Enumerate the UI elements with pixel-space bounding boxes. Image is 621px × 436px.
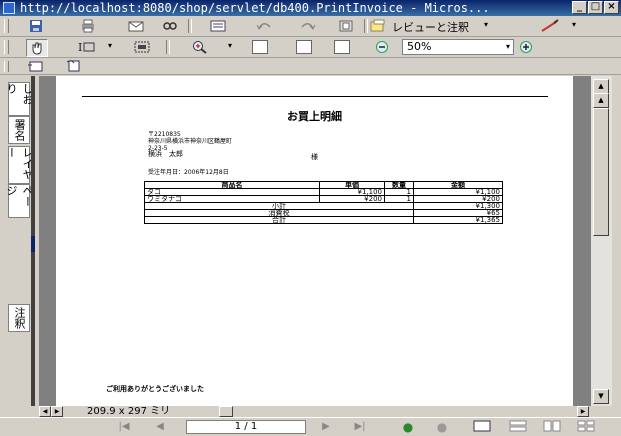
window-title: http://localhost:8080/shop/servlet/db400… bbox=[20, 1, 490, 15]
fit-width-icon[interactable] bbox=[334, 40, 350, 54]
review-and-comment-button[interactable]: レビューと注釈 bbox=[392, 19, 469, 35]
redo-icon[interactable] bbox=[298, 18, 318, 34]
next-page-icon[interactable]: ▶ bbox=[316, 420, 336, 434]
last-page-icon[interactable]: ▶| bbox=[350, 420, 370, 434]
rotate-left-icon[interactable] bbox=[26, 58, 46, 74]
horizontal-scroll-thumb[interactable] bbox=[219, 406, 233, 417]
search-icon[interactable] bbox=[160, 18, 180, 34]
rotate-toolbar bbox=[0, 58, 621, 75]
tools-toolbar: I ▾ ▾ 50% ▾ bbox=[0, 37, 621, 58]
email-icon[interactable] bbox=[126, 18, 146, 34]
table-row: ウミタナゴ ¥200 1 ¥200 bbox=[144, 195, 503, 203]
subtotal-row: 小計 ¥1,300 bbox=[144, 202, 503, 210]
item-price: ¥200 bbox=[319, 195, 385, 203]
go-forward-icon[interactable]: ● bbox=[432, 420, 452, 434]
address-line1: 神奈川県横浜市神奈川区鶴屋町 bbox=[148, 138, 233, 145]
svg-text:I: I bbox=[78, 41, 82, 54]
total-value: ¥1,365 bbox=[413, 216, 503, 224]
previous-page-icon[interactable]: ◀ bbox=[150, 420, 170, 434]
continuous-icon[interactable] bbox=[508, 420, 528, 434]
review-dropdown-icon[interactable]: ▾ bbox=[484, 20, 488, 29]
total-row: 合計 ¥1,365 bbox=[144, 216, 503, 224]
navigation-panel: しおり 署名 レイヤー ページ 注釈 bbox=[4, 76, 34, 406]
undo-icon[interactable] bbox=[254, 18, 274, 34]
close-button[interactable]: × bbox=[604, 1, 619, 14]
first-page-icon[interactable]: |◀ bbox=[114, 420, 134, 434]
comments-tab[interactable]: 注釈 bbox=[8, 304, 30, 332]
print-icon[interactable] bbox=[78, 18, 98, 34]
horizontal-scrollbar[interactable]: ◀ ▶ 209.9 x 297 ミリ ▶ bbox=[39, 406, 591, 417]
rotate-right-icon[interactable] bbox=[64, 58, 84, 74]
actual-size-icon[interactable] bbox=[252, 40, 268, 54]
zoom-out-icon[interactable] bbox=[372, 39, 392, 55]
total-label: 合計 bbox=[144, 216, 414, 224]
vertical-scroll-thumb[interactable] bbox=[593, 108, 609, 236]
customer-honorific: 様 bbox=[311, 153, 318, 161]
zoom-dropdown-icon[interactable]: ▾ bbox=[228, 41, 232, 50]
layers-tab[interactable]: レイヤー bbox=[5, 146, 34, 184]
toolbar-grip[interactable] bbox=[4, 19, 9, 33]
maximize-button[interactable]: □ bbox=[588, 1, 603, 14]
scroll-up-button[interactable]: ▲ bbox=[593, 79, 609, 94]
single-page-icon[interactable] bbox=[472, 420, 492, 434]
hand-tool-icon[interactable] bbox=[26, 39, 48, 57]
file-toolbar: レビューと注釈 ▾ ▾ bbox=[0, 16, 621, 37]
panel-splitter-handle[interactable] bbox=[31, 236, 35, 252]
scroll-left-button[interactable]: ◀ bbox=[39, 406, 51, 417]
invoice-page: お買上明細 〒2210835 神奈川県横浜市神奈川区鶴屋町 2-23-5 横浜 … bbox=[56, 76, 573, 406]
select-dropdown-icon[interactable]: ▾ bbox=[108, 41, 112, 50]
header-rule bbox=[82, 96, 548, 97]
zoom-level-select[interactable]: 50% ▾ bbox=[402, 39, 514, 55]
header-item: 商品名 bbox=[144, 181, 320, 189]
toolbar-separator bbox=[188, 19, 192, 33]
scroll-left-page-button[interactable]: ▶ bbox=[51, 406, 63, 417]
review-icon[interactable] bbox=[368, 18, 388, 34]
toolbar-separator bbox=[166, 40, 170, 54]
comment-icon[interactable] bbox=[208, 18, 228, 34]
invoice-table: 商品名 単価 数量 金額 タコ ¥1,100 1 ¥1,100 ウミタナゴ ¥2… bbox=[144, 181, 503, 224]
status-bar: |◀ ◀ 1 / 1 ▶ ▶| ● ● bbox=[0, 417, 621, 436]
browser-icon bbox=[3, 2, 15, 14]
toolbar-grip[interactable] bbox=[4, 61, 9, 72]
zoom-level-dropdown-icon[interactable]: ▾ bbox=[506, 40, 510, 54]
continuous-facing-icon[interactable] bbox=[576, 420, 596, 434]
select-text-icon[interactable]: I bbox=[76, 39, 96, 55]
facing-icon[interactable] bbox=[542, 420, 562, 434]
toolbar-grip[interactable] bbox=[4, 40, 9, 54]
page-icon[interactable] bbox=[336, 18, 356, 34]
zoom-plus-icon[interactable] bbox=[516, 39, 536, 55]
snapshot-icon[interactable] bbox=[132, 39, 152, 55]
scroll-down-button[interactable]: ▼ bbox=[593, 389, 609, 404]
vertical-scrollbar[interactable]: ▲ ▲ ▼ bbox=[591, 76, 612, 406]
item-qty: 1 bbox=[384, 195, 414, 203]
document-viewport[interactable]: お買上明細 〒2210835 神奈川県横浜市神奈川区鶴屋町 2-23-5 横浜 … bbox=[39, 76, 591, 406]
postal-code: 〒2210835 bbox=[148, 131, 181, 138]
pen-dropdown-icon[interactable]: ▾ bbox=[572, 20, 576, 29]
bookmarks-tab[interactable]: しおり bbox=[5, 82, 34, 116]
save-icon[interactable] bbox=[26, 18, 46, 34]
tax-row: 消費税 ¥65 bbox=[144, 209, 503, 217]
table-row: タコ ¥1,100 1 ¥1,100 bbox=[144, 188, 503, 196]
title-bar: http://localhost:8080/shop/servlet/db400… bbox=[0, 0, 621, 16]
table-header-row: 商品名 単価 数量 金額 bbox=[144, 181, 503, 189]
page-size-indicator: 209.9 x 297 ミリ bbox=[87, 406, 171, 417]
go-back-icon[interactable]: ● bbox=[398, 420, 418, 434]
zoom-level-value: 50% bbox=[407, 40, 432, 53]
signatures-tab[interactable]: 署名 bbox=[8, 116, 30, 144]
minimize-button[interactable]: _ bbox=[572, 1, 587, 14]
order-date: 受注年月日：2006年12月8日 bbox=[148, 169, 229, 176]
page-number-field[interactable]: 1 / 1 bbox=[186, 420, 306, 434]
page-indicator: 1 / 1 bbox=[234, 421, 258, 432]
item-name: ウミタナゴ bbox=[144, 195, 320, 203]
pages-tab[interactable]: ページ bbox=[5, 184, 34, 218]
invoice-title: お買上明細 bbox=[287, 110, 342, 123]
scroll-right-button[interactable]: ▶ bbox=[577, 406, 589, 417]
zoom-in-icon[interactable] bbox=[190, 39, 210, 55]
pen-icon[interactable] bbox=[540, 18, 560, 34]
fit-page-icon[interactable] bbox=[296, 40, 312, 54]
thank-you-message: ご利用ありがとうございました bbox=[106, 385, 204, 393]
customer-name: 横浜 太郎 bbox=[148, 150, 183, 158]
scroll-up-page-button[interactable]: ▲ bbox=[593, 93, 609, 108]
